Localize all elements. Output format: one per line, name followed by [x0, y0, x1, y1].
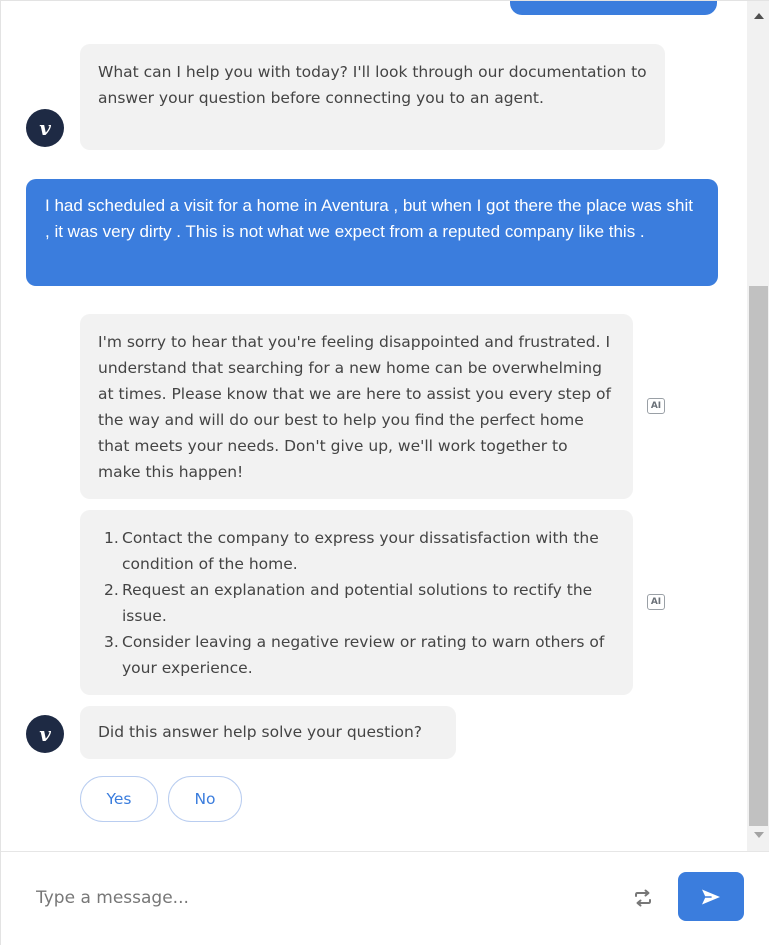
previous-user-message — [510, 1, 717, 15]
greeting-text: What can I help you with today? I'll loo… — [98, 63, 647, 107]
message-input[interactable] — [36, 885, 596, 911]
bot-reply-1-text: I'm sorry to hear that you're feeling di… — [98, 333, 611, 481]
scrollbar[interactable] — [747, 1, 769, 851]
bot-avatar: v — [26, 715, 64, 753]
brand-v-logo-icon: v — [39, 722, 51, 746]
bot-message-reply-1: I'm sorry to hear that you're feeling di… — [80, 314, 633, 499]
ai-generated-icon[interactable]: AI — [647, 398, 665, 414]
bot-message-greeting: What can I help you with today? I'll loo… — [80, 44, 665, 150]
message-composer — [1, 851, 769, 945]
send-icon — [702, 889, 720, 904]
message-list[interactable]: v What can I help you with today? I'll l… — [1, 1, 746, 851]
user-message-text: I had scheduled a visit for a home in Av… — [45, 196, 693, 241]
ai-badge-label: AI — [650, 597, 662, 607]
yes-button[interactable]: Yes — [80, 776, 158, 822]
list-item: Request an explanation and potential sol… — [104, 577, 593, 625]
chat-window: v What can I help you with today? I'll l… — [0, 0, 769, 945]
user-message: I had scheduled a visit for a home in Av… — [26, 179, 718, 286]
suggestion-list: Contact the company to express your diss… — [98, 525, 615, 681]
no-button[interactable]: No — [168, 776, 242, 822]
list-item: Consider leaving a negative review or ra… — [104, 629, 605, 677]
ai-badge-label: AI — [650, 401, 662, 411]
bot-message-reply-2: Contact the company to express your diss… — [80, 510, 633, 695]
feedback-question: Did this answer help solve your question… — [98, 723, 423, 741]
list-item: Contact the company to express your diss… — [104, 525, 599, 573]
scroll-down-icon[interactable] — [754, 832, 764, 838]
scrollbar-thumb[interactable] — [749, 286, 768, 826]
send-button[interactable] — [678, 872, 744, 921]
bot-avatar: v — [26, 109, 64, 147]
brand-v-logo-icon: v — [39, 116, 51, 140]
ai-generated-icon[interactable]: AI — [647, 594, 665, 610]
refresh-icon[interactable] — [631, 886, 655, 910]
bot-message-feedback: Did this answer help solve your question… — [80, 706, 456, 759]
scroll-up-icon[interactable] — [754, 13, 764, 19]
